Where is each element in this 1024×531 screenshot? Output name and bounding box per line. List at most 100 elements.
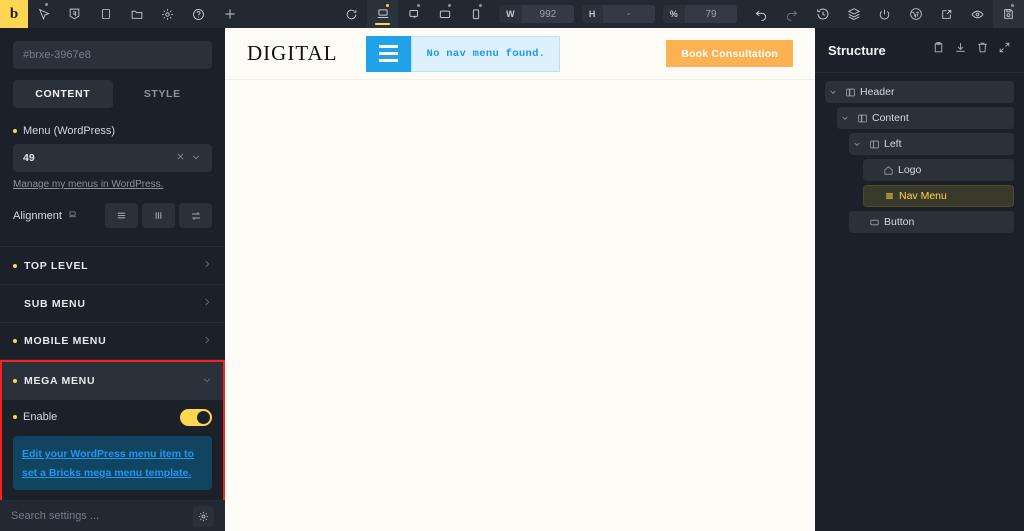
chevron-right-icon bbox=[202, 297, 212, 310]
tab-style[interactable]: STYLE bbox=[113, 80, 213, 108]
align-horizontal-button[interactable] bbox=[105, 203, 138, 228]
tree-row: Content bbox=[825, 107, 1014, 129]
search-settings-input[interactable]: Search settings ... bbox=[11, 510, 193, 522]
width-field[interactable]: W 992 bbox=[499, 5, 574, 23]
wordpress-icon[interactable] bbox=[900, 0, 931, 28]
hamburger-icon[interactable] bbox=[366, 35, 412, 72]
gear-icon[interactable] bbox=[152, 0, 183, 28]
accordion-sub-menu[interactable]: SUB MENU bbox=[0, 284, 225, 322]
accordion-top-level[interactable]: TOP LEVEL bbox=[0, 246, 225, 284]
accordion-mobile-menu[interactable]: MOBILE MENU bbox=[0, 322, 225, 360]
manage-menus-link[interactable]: Manage my menus in WordPress. bbox=[13, 179, 163, 190]
tree-node-content[interactable]: Content bbox=[837, 107, 1014, 129]
tree-node-button[interactable]: Button bbox=[849, 211, 1014, 233]
chevron-down-icon[interactable] bbox=[837, 114, 853, 122]
nav-menu-element[interactable]: No nav menu found. bbox=[366, 35, 561, 72]
height-field[interactable]: H - bbox=[581, 5, 655, 23]
width-label: W bbox=[506, 9, 515, 19]
menu-select[interactable]: 49 bbox=[13, 144, 212, 172]
tree-node-nav-menu[interactable]: Nav Menu bbox=[863, 185, 1014, 207]
chevron-down-icon[interactable] bbox=[849, 140, 865, 148]
modified-dot bbox=[13, 379, 17, 383]
chevron-right-icon bbox=[202, 335, 212, 348]
mega-enable-label: Enable bbox=[13, 411, 57, 423]
align-swap-button[interactable] bbox=[179, 203, 212, 228]
laptop-icon[interactable] bbox=[398, 0, 429, 28]
element-id-input[interactable]: #brxe-3967e8 bbox=[13, 41, 212, 69]
tab-content[interactable]: CONTENT bbox=[13, 80, 113, 108]
tree-node-logo[interactable]: Logo bbox=[863, 159, 1014, 181]
tree-node-left[interactable]: Left bbox=[849, 133, 1014, 155]
canvas-content-area[interactable] bbox=[225, 80, 815, 531]
mega-menu-notice-link[interactable]: Edit your WordPress menu item to set a B… bbox=[22, 448, 194, 479]
mega-enable-toggle[interactable] bbox=[180, 408, 212, 426]
tree-row: Header bbox=[825, 81, 1014, 103]
power-icon[interactable] bbox=[869, 0, 900, 28]
plus-icon[interactable] bbox=[214, 0, 245, 28]
tablet-icon[interactable] bbox=[429, 0, 460, 28]
site-logo[interactable]: DIGITAL bbox=[247, 41, 337, 66]
alignment-label-text: Alignment bbox=[13, 209, 62, 222]
gear-icon[interactable] bbox=[193, 505, 214, 527]
modified-dot bbox=[13, 129, 17, 133]
toolbar-right-group bbox=[745, 0, 1024, 28]
tree-node-label: Nav Menu bbox=[899, 190, 947, 202]
zoom-field[interactable]: % 79 bbox=[662, 5, 737, 23]
help-circle-icon[interactable] bbox=[183, 0, 214, 28]
align-vertical-button[interactable] bbox=[142, 203, 175, 228]
mobile-icon[interactable] bbox=[460, 0, 491, 28]
download-icon[interactable] bbox=[954, 41, 967, 59]
external-link-icon[interactable] bbox=[931, 0, 962, 28]
bricks-builder-app: b W 992 H - % 79 #brxe-3967e8 CONTENT ST… bbox=[0, 0, 1024, 531]
folder-icon[interactable] bbox=[121, 0, 152, 28]
breakpoint-icon[interactable] bbox=[68, 210, 77, 222]
nav-menu-empty-message: No nav menu found. bbox=[411, 35, 561, 72]
menu-field-group: Menu (WordPress) 49 Manage my menus in W… bbox=[0, 125, 225, 228]
clear-icon[interactable] bbox=[173, 152, 188, 164]
save-icon[interactable] bbox=[993, 0, 1024, 28]
home-icon bbox=[879, 165, 898, 176]
mega-enable-label-text: Enable bbox=[23, 411, 58, 423]
zoom-value[interactable]: 79 bbox=[685, 5, 737, 23]
bricks-shield-icon[interactable] bbox=[59, 0, 90, 28]
element-settings-panel: #brxe-3967e8 CONTENT STYLE Menu (WordPre… bbox=[0, 28, 225, 531]
revisions-icon[interactable] bbox=[807, 0, 838, 28]
chevron-down-icon[interactable] bbox=[188, 152, 204, 165]
layers-icon[interactable] bbox=[838, 0, 869, 28]
modified-dot bbox=[13, 415, 17, 419]
cursor-icon[interactable] bbox=[28, 0, 59, 28]
pages-icon[interactable] bbox=[90, 0, 121, 28]
top-toolbar: b W 992 H - % 79 bbox=[0, 0, 1024, 28]
site-header[interactable]: DIGITAL No nav menu found. Book Consulta… bbox=[225, 28, 815, 80]
book-consultation-button[interactable]: Book Consultation bbox=[666, 40, 793, 67]
tree-row: Button bbox=[825, 211, 1014, 233]
trash-icon[interactable] bbox=[976, 41, 989, 59]
eye-icon[interactable] bbox=[962, 0, 993, 28]
refresh-icon[interactable] bbox=[336, 0, 367, 28]
accordion-mega-menu[interactable]: MEGA MENU bbox=[2, 362, 223, 400]
button-icon bbox=[865, 217, 884, 228]
collapse-icon[interactable] bbox=[998, 41, 1011, 59]
structure-panel: Structure Header Content Left Logo Nav M… bbox=[815, 28, 1024, 531]
chevron-down-icon bbox=[202, 375, 212, 388]
accordion-mega-menu-label: MEGA MENU bbox=[24, 375, 96, 387]
desktop-icon[interactable] bbox=[367, 0, 399, 28]
toolbar-viewport-group bbox=[336, 0, 491, 28]
height-value[interactable]: - bbox=[602, 5, 655, 23]
undo-icon[interactable] bbox=[745, 0, 776, 28]
tree-node-label: Left bbox=[884, 138, 902, 150]
clipboard-icon[interactable] bbox=[932, 41, 945, 59]
alignment-label: Alignment bbox=[13, 210, 77, 222]
structure-tree: Header Content Left Logo Nav Menu Button bbox=[815, 73, 1024, 233]
redo-icon[interactable] bbox=[776, 0, 807, 28]
settings-accordions: TOP LEVEL SUB MENU MOBILE MENU bbox=[0, 246, 225, 360]
width-value[interactable]: 992 bbox=[521, 5, 574, 23]
alignment-row: Alignment bbox=[13, 203, 212, 228]
modified-dot bbox=[13, 263, 17, 268]
settings-scroll-area: #brxe-3967e8 CONTENT STYLE Menu (WordPre… bbox=[0, 28, 225, 500]
bricks-logo[interactable]: b bbox=[0, 0, 28, 28]
chevron-down-icon[interactable] bbox=[825, 88, 841, 96]
mega-enable-row: Enable bbox=[13, 400, 212, 434]
accordion-top-level-label: TOP LEVEL bbox=[24, 259, 89, 272]
tree-node-header[interactable]: Header bbox=[825, 81, 1014, 103]
